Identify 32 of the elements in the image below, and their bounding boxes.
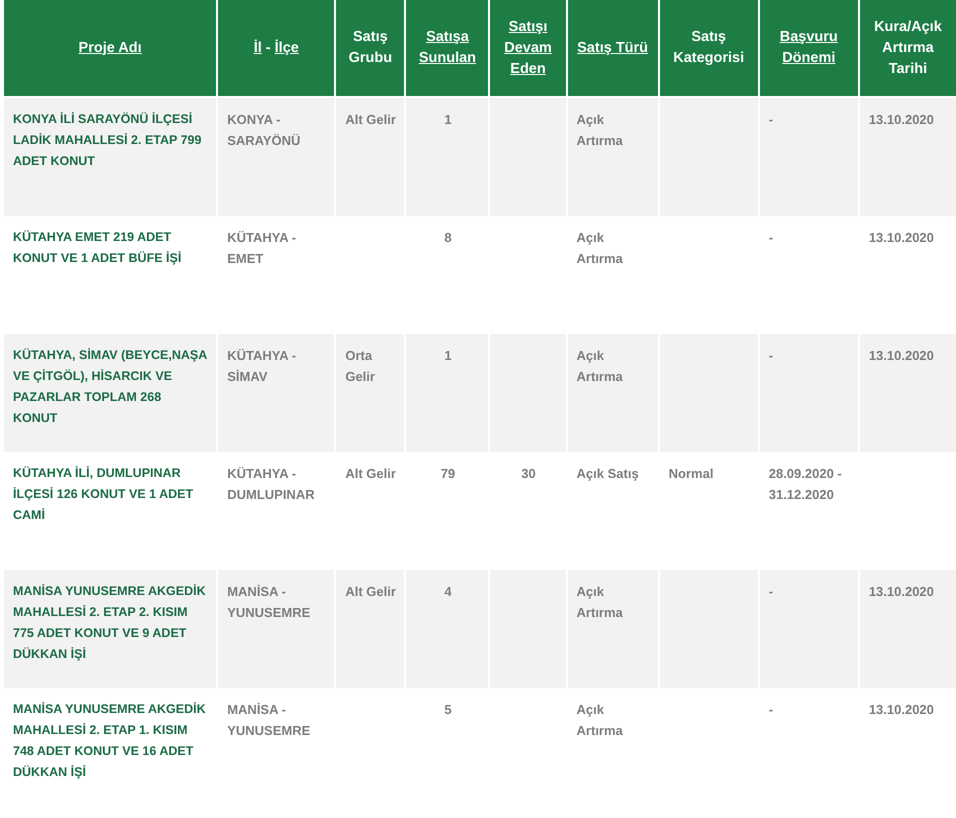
- table-cell: KÜTAHYA - SİMAV: [218, 334, 334, 452]
- table-cell: Orta Gelir: [336, 334, 404, 452]
- table-cell: Açık Artırma: [568, 570, 658, 688]
- column-sort-link[interactable]: Satışa Sunulan: [410, 27, 484, 69]
- table-cell: KONYA - SARAYÖNÜ: [218, 98, 334, 216]
- project-name-cell: KÜTAHYA, SİMAV (BEYCE,NAŞA VE ÇİTGÖL), HİSARCIK VE PAZARLAR TOPLAM 268 KONUT: [4, 334, 216, 452]
- table-cell: 1: [406, 334, 488, 452]
- table-cell: 13.10.2020: [860, 98, 956, 216]
- column-sort-link[interactable]: Satışı Devam Eden: [494, 16, 562, 80]
- table-cell: Açık Artırma: [568, 98, 658, 216]
- separator-text: -: [264, 40, 272, 56]
- table-cell: 1: [406, 98, 488, 216]
- column-sort-link[interactable]: İl: [254, 38, 262, 58]
- table-cell: Açık Artırma: [568, 334, 658, 452]
- table-cell: MANİSA - YUNUSEMRE: [218, 570, 334, 688]
- project-name-cell: KONYA İLİ SARAYÖNÜ İLÇESİ LADİK MAHALLESİ 2. ETAP 799 ADET KONUT: [4, 98, 216, 216]
- column-sort-link[interactable]: Satış Türü: [577, 38, 648, 58]
- table-cell: 4: [406, 570, 488, 688]
- table-cell: -: [760, 98, 858, 216]
- column-sort-link[interactable]: Başvuru Dönemi: [764, 27, 854, 69]
- table-cell: -: [760, 334, 858, 452]
- column-header: Satış Grubu: [348, 29, 392, 66]
- column-sort-link[interactable]: İlçe: [274, 38, 299, 58]
- column-header: Satış Kategorisi: [673, 29, 744, 66]
- table-cell: Alt Gelir: [336, 98, 404, 216]
- column-header: Kura/Açık Artırma Tarihi: [874, 18, 943, 76]
- table-cell: Alt Gelir: [336, 570, 404, 688]
- column-sort-link[interactable]: Proje Adı: [78, 38, 142, 58]
- table-cell: -: [760, 570, 858, 688]
- table-cell: 13.10.2020: [860, 570, 956, 688]
- project-name-cell: MANİSA YUNUSEMRE AKGEDİK MAHALLESİ 2. ETAP 2. KISIM 775 ADET KONUT VE 9 ADET DÜKKAN İŞİ: [4, 570, 216, 688]
- table-cell: 13.10.2020: [860, 334, 956, 452]
